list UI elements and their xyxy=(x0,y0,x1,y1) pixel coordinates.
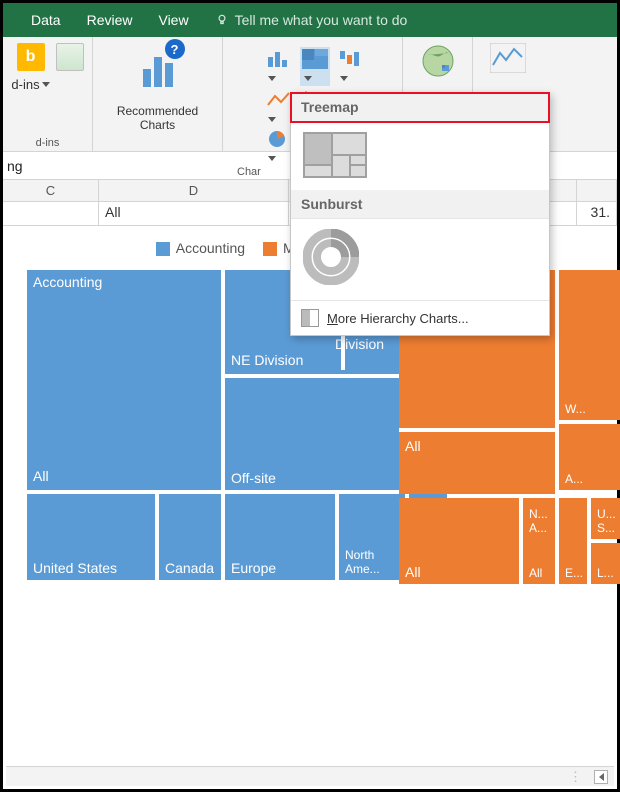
tab-data[interactable]: Data xyxy=(31,12,61,28)
hierarchy-icon xyxy=(301,309,319,327)
col-header-c[interactable]: C xyxy=(3,180,99,201)
marketing-right: W... A... xyxy=(559,270,620,494)
tab-view[interactable]: View xyxy=(158,12,188,28)
node-mkt-na[interactable]: N... A... xyxy=(523,498,555,539)
maps-icon[interactable] xyxy=(420,43,456,79)
treemap-chart-option[interactable] xyxy=(303,132,367,178)
sunburst-chart-option[interactable] xyxy=(303,229,359,285)
hierarchy-chart-dropdown: Treemap Sunburst More Hierarchy Charts..… xyxy=(290,92,550,336)
resize-grip-icon[interactable]: ⋮ xyxy=(569,769,584,785)
hierarchy-chart-button[interactable] xyxy=(300,47,330,86)
node-mkt-na-all: N... A... All xyxy=(523,498,555,584)
node-offsite[interactable]: Off-site xyxy=(225,378,405,490)
column-chart-button[interactable] xyxy=(266,49,292,84)
tell-me-text: Tell me what you want to do xyxy=(235,12,408,28)
node-accounting-all[interactable]: Accounting All xyxy=(27,270,221,490)
lightbulb-icon xyxy=(215,13,229,27)
scroll-left-button[interactable] xyxy=(594,770,608,784)
tell-me-box[interactable]: Tell me what you want to do xyxy=(215,12,408,28)
people-graph-icon[interactable] xyxy=(56,43,84,71)
node-mkt-e[interactable]: E... xyxy=(559,498,587,584)
line-chart-button[interactable] xyxy=(266,90,292,125)
cell-last[interactable]: 31. xyxy=(577,202,617,225)
formula-text: ng xyxy=(7,158,23,174)
node-canada[interactable]: Canada xyxy=(159,494,221,580)
node-mkt-all3[interactable]: All xyxy=(523,543,555,584)
sparkline-line-icon[interactable] xyxy=(490,43,526,73)
node-mkt-all2[interactable]: All xyxy=(399,498,519,584)
recommended-charts-button[interactable]: ? xyxy=(135,43,181,87)
group-label-addins: d-ins xyxy=(36,135,60,149)
acct-col1: Accounting All United States Canada xyxy=(27,270,221,580)
addins-group: b d-ins d-ins xyxy=(3,37,93,151)
sunburst-section-header: Sunburst xyxy=(291,190,549,219)
recommended-charts-group: ? Recommended Charts xyxy=(93,37,223,151)
node-us[interactable]: United States xyxy=(27,494,155,580)
ribbon-tabs: Data Review View Tell me what you want t… xyxy=(3,3,617,37)
cell-d1[interactable]: All xyxy=(99,202,289,225)
col-header-last[interactable] xyxy=(577,180,617,201)
addins-label: d-ins xyxy=(11,77,39,92)
more-hierarchy-charts[interactable]: More Hierarchy Charts... xyxy=(291,300,549,335)
recommended-charts-label: Recommended Charts xyxy=(117,104,198,132)
legend-accounting: Accounting xyxy=(156,240,245,256)
tab-review[interactable]: Review xyxy=(87,12,133,28)
question-icon: ? xyxy=(165,39,185,59)
chevron-down-icon xyxy=(42,82,50,87)
node-mkt-l[interactable]: L... xyxy=(591,543,620,584)
more-hierarchy-label: More Hierarchy Charts... xyxy=(327,311,469,326)
node-mkt-us-l: U... S... L... xyxy=(591,498,620,584)
ribbon: b d-ins d-ins ? Recommended Charts Char xyxy=(3,37,617,152)
addins-dropdown[interactable]: d-ins xyxy=(11,77,49,92)
node-mkt-a1[interactable]: A... xyxy=(559,424,620,490)
node-mkt-w[interactable]: W... xyxy=(559,270,620,420)
bing-icon[interactable]: b xyxy=(17,43,45,71)
pie-chart-button[interactable] xyxy=(266,129,292,164)
horizontal-scrollbar[interactable]: ⋮ xyxy=(6,766,614,786)
node-europe[interactable]: Europe xyxy=(225,494,335,580)
treemap-options xyxy=(291,122,549,190)
treemap-section-header: Treemap xyxy=(291,93,549,122)
cell-c1[interactable] xyxy=(3,202,99,225)
waterfall-chart-button[interactable] xyxy=(338,49,364,84)
node-mkt-us[interactable]: U... S... xyxy=(591,498,620,539)
sunburst-options xyxy=(291,219,549,300)
node-nam[interactable]: North Ame... xyxy=(339,494,405,580)
col-header-d[interactable]: D xyxy=(99,180,289,201)
group-label-charts: Char xyxy=(235,164,261,178)
